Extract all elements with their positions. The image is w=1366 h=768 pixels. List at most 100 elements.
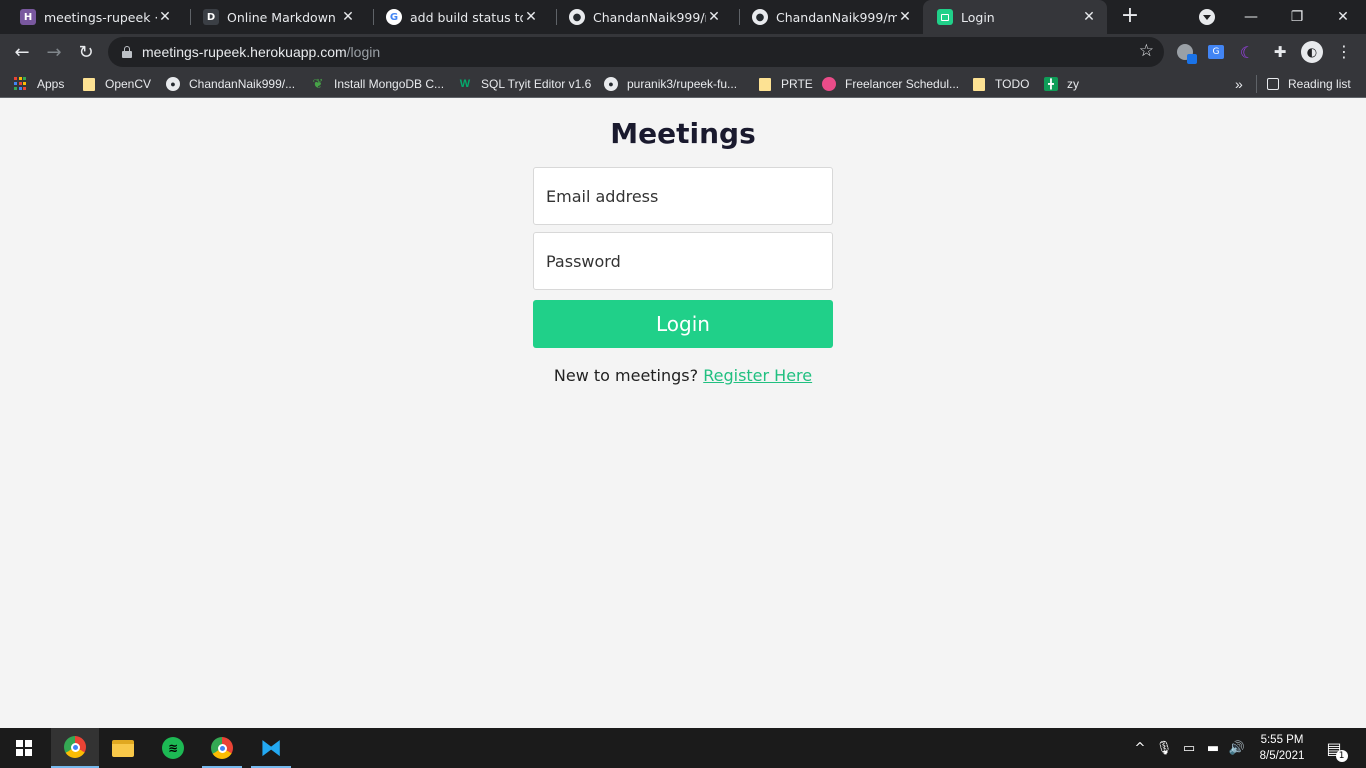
page-title: Meetings <box>610 117 756 150</box>
w3schools-icon: W <box>459 78 471 90</box>
tab-search-icon[interactable] <box>1199 9 1215 25</box>
tab-title: ChandanNaik999/mee <box>776 9 897 25</box>
bookmark-label: Apps <box>37 77 65 91</box>
address-bar[interactable]: meetings-rupeek.herokuapp.com/login ☆ <box>108 37 1164 67</box>
github-icon: ● <box>569 9 585 25</box>
window-close-button[interactable]: ✕ <box>1320 0 1366 34</box>
reading-list-label: Reading list <box>1288 77 1351 91</box>
login-page: Meetings Login New to meetings? Register… <box>0 99 1366 728</box>
bookmark-label: zy <box>1067 77 1079 91</box>
battery-icon[interactable]: ▬ <box>1204 728 1222 768</box>
bookmark-chandannaik-github[interactable]: ● ChandanNaik999/... <box>166 75 295 93</box>
minimize-button[interactable]: — <box>1228 0 1274 34</box>
bookmark-label: TODO <box>995 77 1030 91</box>
microphone-icon[interactable]: 🎙 <box>1156 728 1173 768</box>
url-host: meetings-rupeek.herokuapp.com <box>142 44 347 60</box>
clock-time: 5:55 PM <box>1260 734 1304 746</box>
close-icon[interactable]: ✕ <box>340 9 356 25</box>
bookmark-prte[interactable]: PRTE <box>758 75 813 93</box>
bookmark-label: Install MongoDB C... <box>334 77 445 91</box>
lock-icon[interactable] <box>122 46 132 58</box>
dark-mode-moon-icon[interactable]: ☾ <box>1237 42 1257 62</box>
tab-online-markdown-editor[interactable]: D Online Markdown Edit ✕ <box>183 0 366 34</box>
spotify-icon[interactable]: ≋ <box>149 728 197 768</box>
github-icon: ● <box>166 77 180 91</box>
bookmark-label: SQL Tryit Editor v1.6 <box>481 77 592 91</box>
reading-list-icon <box>1267 78 1279 90</box>
url-path: /login <box>346 44 381 60</box>
close-icon[interactable]: ✕ <box>523 9 539 25</box>
windows-start-icon[interactable] <box>0 728 48 768</box>
browser-toolbar: ← → ↻ meetings-rupeek.herokuapp.com/logi… <box>0 34 1366 70</box>
windows-taskbar: ≋ ⧓ ^ 🎙 ▭ ▬ 🔊 5:55 PM 8/5/2021 ▤ 1 <box>0 728 1366 768</box>
chevron-up-icon[interactable]: ^ <box>1132 728 1148 768</box>
translate-icon[interactable]: G <box>1206 42 1226 62</box>
heroku-icon: H <box>20 9 36 25</box>
apps-grid-icon <box>14 77 28 91</box>
folder-icon <box>82 77 96 91</box>
google-icon: G <box>386 9 402 25</box>
bookmark-puranik3-github[interactable]: ● puranik3/rupeek-fu... <box>604 75 737 93</box>
folder-icon <box>972 77 986 91</box>
bookmarks-bar: Apps OpenCV ● ChandanNaik999/... ❦ Insta… <box>0 70 1366 98</box>
tab-github-repo-1[interactable]: ● ChandanNaik999/mee ✕ <box>549 0 732 34</box>
tab-meetings-rupeek-github[interactable]: H meetings-rupeek · GitH ✕ <box>0 0 183 34</box>
extension-grammar-icon[interactable] <box>1175 42 1197 64</box>
notification-count: 1 <box>1335 749 1348 762</box>
tab-google-search[interactable]: G add build status to git ✕ <box>366 0 549 34</box>
file-explorer-icon[interactable] <box>99 728 147 768</box>
new-tab-button[interactable]: + <box>1118 5 1142 29</box>
bookmark-sql-tryit[interactable]: W SQL Tryit Editor v1.6 <box>458 75 591 93</box>
tab-login[interactable]: Login ✕ <box>923 0 1107 34</box>
clock-date: 8/5/2021 <box>1259 750 1305 762</box>
tab-title: Online Markdown Edit <box>227 9 340 25</box>
login-button[interactable]: Login <box>533 300 833 348</box>
bookmarks-overflow-button[interactable]: » <box>1235 75 1243 93</box>
taskbar-clock[interactable]: 5:55 PM 8/5/2021 <box>1252 732 1312 764</box>
folder-icon <box>758 77 772 91</box>
tab-title: add build status to git <box>410 9 523 25</box>
notification-center-icon[interactable]: ▤ 1 <box>1322 728 1348 768</box>
mongodb-icon: ❦ <box>312 76 324 91</box>
network-icon[interactable]: ▭ <box>1180 728 1198 768</box>
tab-strip: H meetings-rupeek · GitH ✕ D Online Mark… <box>0 0 1366 34</box>
sheets-icon: ╋ <box>1044 77 1058 91</box>
tab-github-repo-2[interactable]: ● ChandanNaik999/mee ✕ <box>732 0 923 34</box>
password-field[interactable] <box>533 232 833 290</box>
bookmark-freelancer-scheduler[interactable]: Freelancer Schedul... <box>822 75 959 93</box>
register-prompt-line: New to meetings? Register Here <box>0 366 1366 385</box>
tab-title: meetings-rupeek · GitH <box>44 9 157 25</box>
reading-list-button[interactable]: Reading list <box>1256 75 1351 93</box>
profile-avatar-icon[interactable]: ◐ <box>1301 41 1323 63</box>
restore-button[interactable]: ❐ <box>1274 0 1320 34</box>
github-icon: ● <box>604 77 618 91</box>
menu-kebab-icon[interactable]: ⋮ <box>1336 42 1352 61</box>
close-icon[interactable]: ✕ <box>1081 9 1097 25</box>
close-icon[interactable]: ✕ <box>157 9 173 25</box>
bookmark-opencv[interactable]: OpenCV <box>82 75 151 93</box>
bookmark-todo[interactable]: TODO <box>972 75 1029 93</box>
email-field[interactable] <box>533 167 833 225</box>
bookmark-install-mongodb[interactable]: ❦ Install MongoDB C... <box>311 75 445 93</box>
bookmark-label: puranik3/rupeek-fu... <box>627 77 738 91</box>
url-text[interactable]: meetings-rupeek.herokuapp.com/login <box>142 44 380 60</box>
github-icon: ● <box>752 9 768 25</box>
volume-icon[interactable]: 🔊 <box>1228 728 1246 768</box>
reload-icon[interactable]: ↻ <box>72 38 100 66</box>
dribbble-icon <box>822 77 836 91</box>
register-link[interactable]: Register Here <box>703 366 812 385</box>
bookmark-apps[interactable]: Apps <box>14 75 64 93</box>
tab-title: ChandanNaik999/mee <box>593 9 706 25</box>
chrome-taskbar-icon[interactable] <box>51 728 99 768</box>
bookmark-label: ChandanNaik999/... <box>189 77 296 91</box>
bookmark-zy[interactable]: ╋ zy <box>1044 75 1079 93</box>
back-arrow-icon[interactable]: ← <box>8 38 36 66</box>
close-icon[interactable]: ✕ <box>897 9 913 25</box>
vscode-icon[interactable]: ⧓ <box>247 728 295 768</box>
register-prompt: New to meetings? <box>553 366 699 385</box>
extensions-puzzle-icon[interactable]: ✚ <box>1270 42 1290 62</box>
close-icon[interactable]: ✕ <box>706 9 722 25</box>
forward-arrow-icon[interactable]: → <box>40 38 68 66</box>
bookmark-star-icon[interactable]: ☆ <box>1139 41 1154 61</box>
chrome-profile-taskbar-icon[interactable] <box>198 728 246 768</box>
